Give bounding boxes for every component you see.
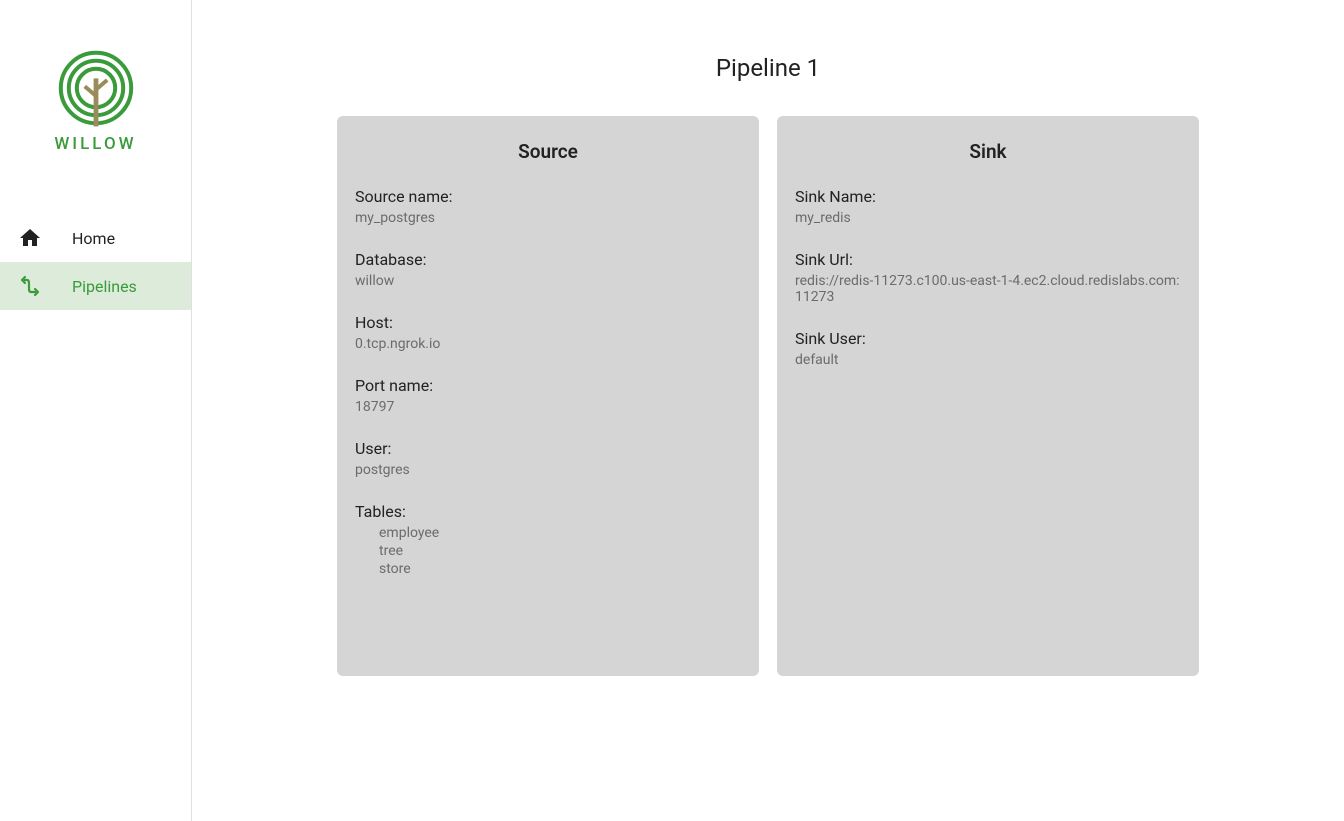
user-label: User:: [355, 439, 741, 458]
main-content: Pipeline 1 Source Source name: my_postgr…: [192, 0, 1344, 821]
sink-url-value: redis://redis-11273.c100.us-east-1-4.ec2…: [795, 273, 1181, 305]
brand-name: WILLOW: [54, 134, 136, 154]
nav: Home Pipelines: [0, 214, 191, 310]
sink-card-title: Sink: [795, 140, 1181, 163]
source-card: Source Source name: my_postgres Database…: [337, 116, 759, 676]
nav-item-home[interactable]: Home: [0, 214, 191, 262]
source-name-value: my_postgres: [355, 210, 741, 226]
willow-logo-icon: [56, 48, 136, 128]
host-label: Host:: [355, 313, 741, 332]
cards-row: Source Source name: my_postgres Database…: [337, 116, 1199, 676]
sink-name-label: Sink Name:: [795, 187, 1181, 206]
port-label: Port name:: [355, 376, 741, 395]
sink-url-label: Sink Url:: [795, 250, 1181, 269]
table-item: tree: [379, 543, 741, 559]
home-icon: [18, 226, 42, 250]
sink-user-field: Sink User: default: [795, 329, 1181, 368]
nav-item-pipelines[interactable]: Pipelines: [0, 262, 191, 310]
table-item: employee: [379, 525, 741, 541]
host-value: 0.tcp.ngrok.io: [355, 336, 741, 352]
brand-logo: WILLOW: [0, 0, 191, 214]
sink-card: Sink Sink Name: my_redis Sink Url: redis…: [777, 116, 1199, 676]
sink-url-field: Sink Url: redis://redis-11273.c100.us-ea…: [795, 250, 1181, 305]
source-card-title: Source: [355, 140, 741, 163]
table-item: store: [379, 561, 741, 577]
sink-name-field: Sink Name: my_redis: [795, 187, 1181, 226]
sink-name-value: my_redis: [795, 210, 1181, 226]
tables-field: Tables: employee tree store: [355, 502, 741, 577]
user-value: postgres: [355, 462, 741, 478]
pipelines-icon: [18, 274, 42, 298]
host-field: Host: 0.tcp.ngrok.io: [355, 313, 741, 352]
source-name-field: Source name: my_postgres: [355, 187, 741, 226]
database-value: willow: [355, 273, 741, 289]
sink-user-value: default: [795, 352, 1181, 368]
tables-label: Tables:: [355, 502, 741, 521]
sidebar: WILLOW Home Pipelines: [0, 0, 192, 821]
user-field: User: postgres: [355, 439, 741, 478]
tables-list: employee tree store: [355, 525, 741, 577]
nav-label-home: Home: [72, 229, 115, 248]
database-label: Database:: [355, 250, 741, 269]
sink-user-label: Sink User:: [795, 329, 1181, 348]
database-field: Database: willow: [355, 250, 741, 289]
port-value: 18797: [355, 399, 741, 415]
source-name-label: Source name:: [355, 187, 741, 206]
nav-label-pipelines: Pipelines: [72, 277, 137, 296]
port-field: Port name: 18797: [355, 376, 741, 415]
page-title: Pipeline 1: [716, 54, 820, 82]
